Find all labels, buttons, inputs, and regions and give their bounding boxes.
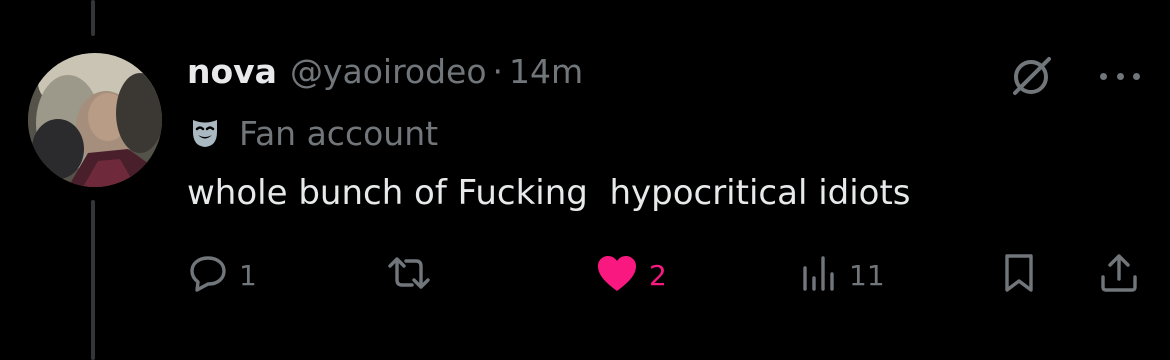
separator-dot: · <box>492 52 504 91</box>
bookmark-icon <box>999 251 1039 299</box>
share-button[interactable] <box>1097 250 1141 300</box>
tweet-text: whole bunch of Fucking hypocritical idio… <box>187 173 911 213</box>
repost-button[interactable] <box>385 250 443 300</box>
avatar-image <box>28 53 162 187</box>
display-name[interactable]: nova <box>187 52 277 91</box>
heart-icon <box>595 252 639 298</box>
views-count: 11 <box>849 258 885 292</box>
user-handle[interactable]: @yaoirodeo <box>290 52 487 91</box>
tweet[interactable]: nova @yaoirodeo · 14m Fan account whole … <box>0 0 1170 360</box>
views-icon <box>799 252 839 298</box>
account-label-text: Fan account <box>239 113 439 153</box>
theater-mask-icon <box>187 115 223 151</box>
reply-count: 1 <box>239 258 257 292</box>
thread-line-bottom <box>91 200 95 360</box>
more-dot <box>1100 72 1107 80</box>
grok-icon[interactable] <box>1008 52 1056 100</box>
avatar[interactable] <box>28 53 162 187</box>
like-button[interactable]: 2 <box>595 250 667 300</box>
more-dot <box>1116 72 1124 80</box>
reply-button[interactable]: 1 <box>187 250 257 300</box>
tweet-header: nova @yaoirodeo · 14m <box>187 52 583 98</box>
thread-line-top <box>91 0 95 36</box>
reply-icon <box>187 252 229 298</box>
views-button[interactable]: 11 <box>799 250 885 300</box>
share-icon <box>1097 251 1141 299</box>
tweet-actions: 1 2 11 <box>187 250 1142 300</box>
tweet-top-actions <box>1008 50 1140 102</box>
account-label: Fan account <box>187 110 438 156</box>
like-count: 2 <box>649 258 667 292</box>
repost-icon <box>385 252 433 298</box>
more-icon[interactable] <box>1100 61 1140 91</box>
bookmark-button[interactable] <box>999 250 1039 300</box>
more-dot <box>1133 72 1140 80</box>
timestamp[interactable]: 14m <box>509 52 583 91</box>
